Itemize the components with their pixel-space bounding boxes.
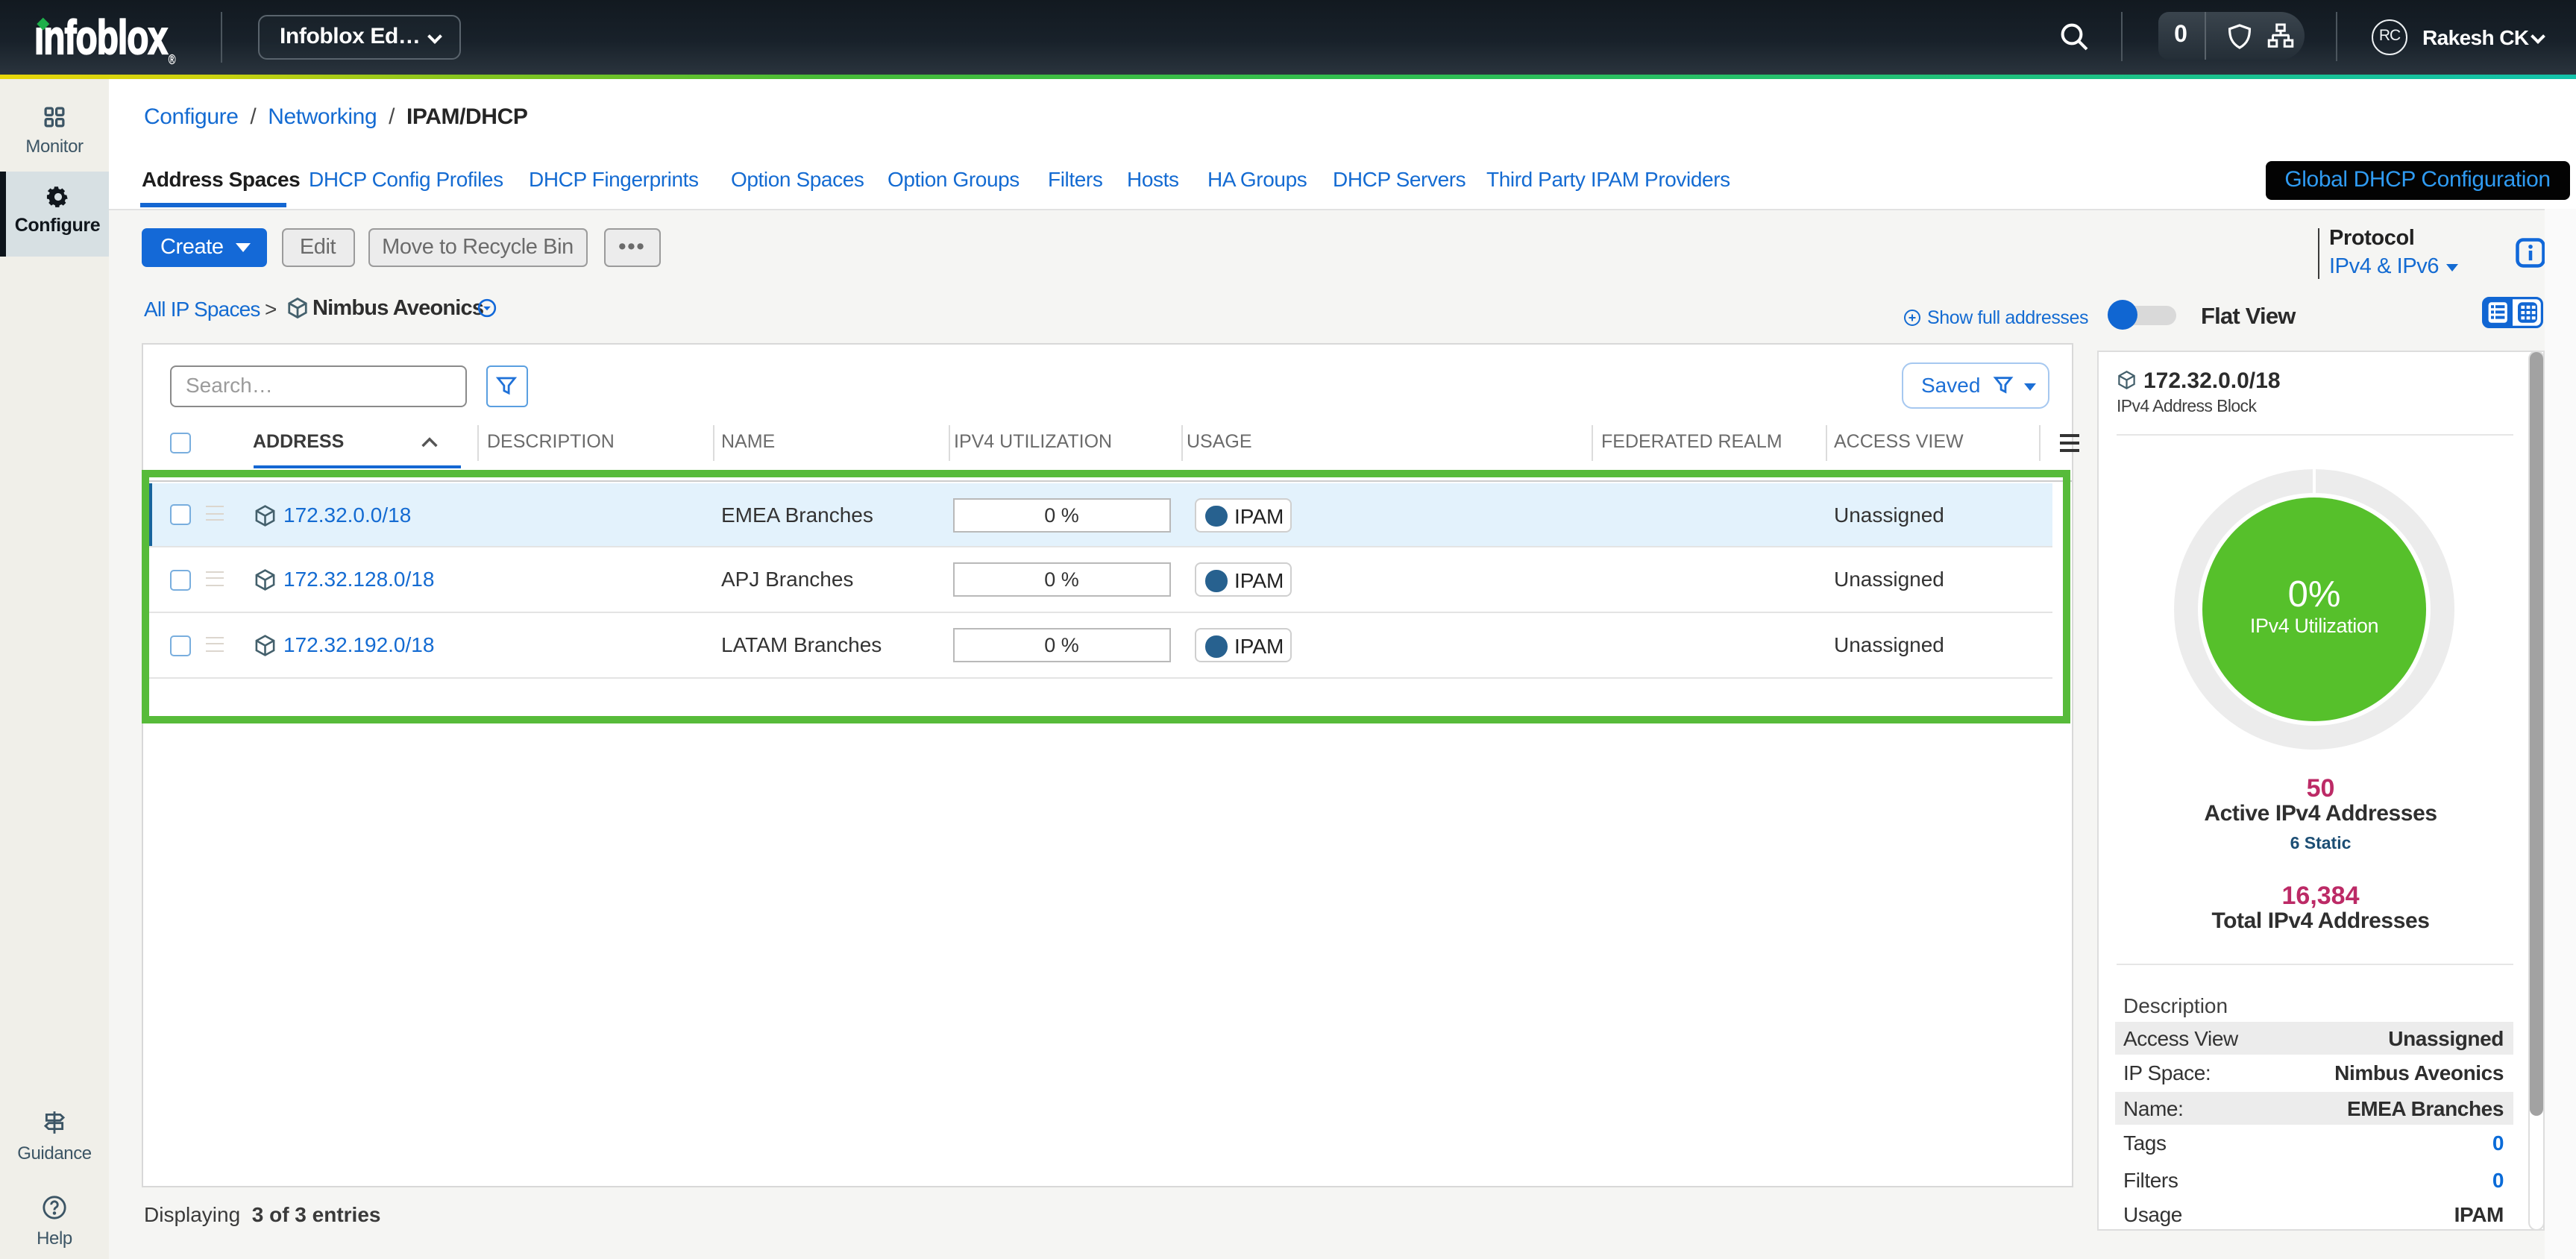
svg-text:IPv4 Utilization: IPv4 Utilization [2249,614,2378,636]
svg-text:0%: 0% [2287,574,2340,614]
